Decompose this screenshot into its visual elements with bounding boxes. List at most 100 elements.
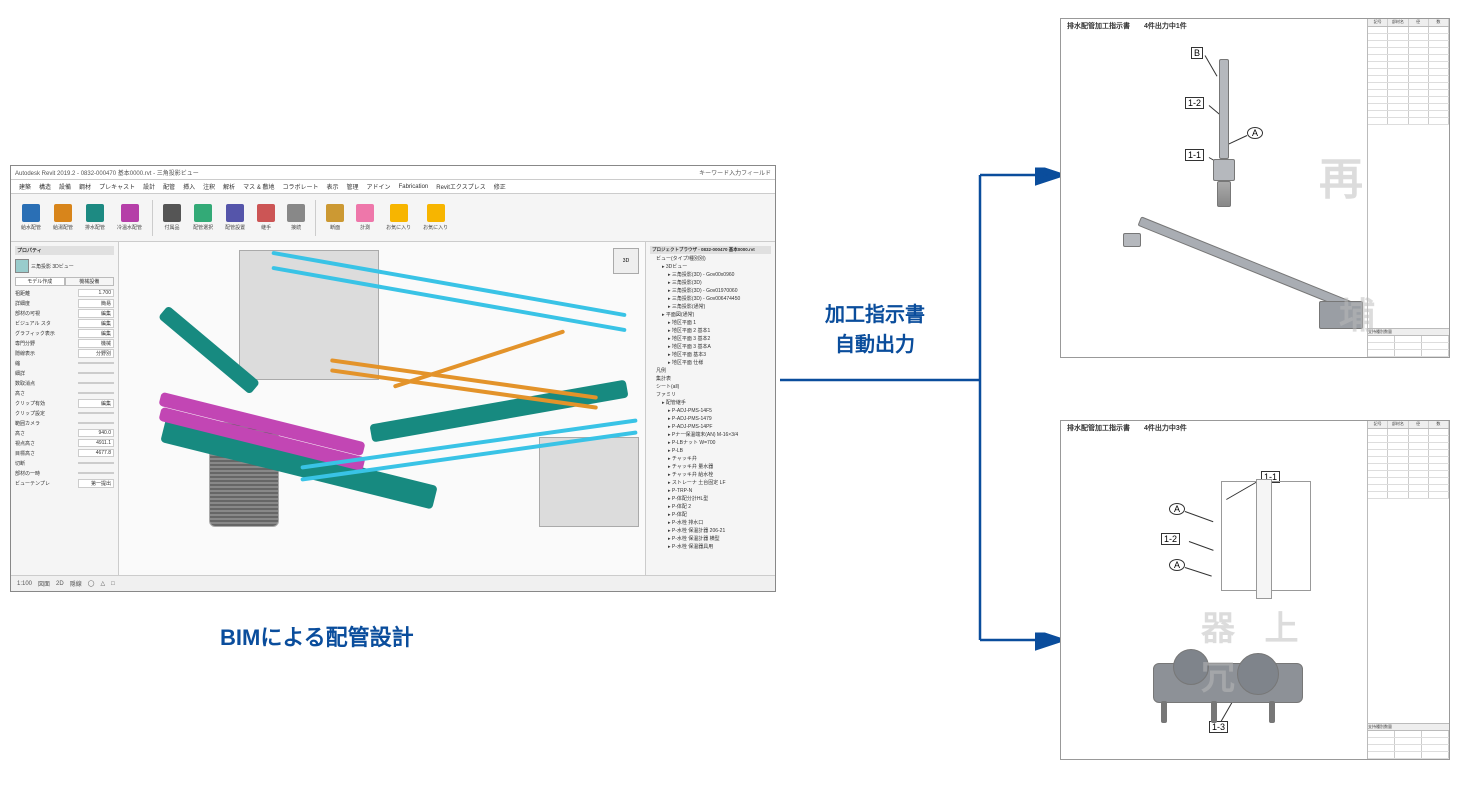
ribbon-button[interactable]: 計測 bbox=[352, 202, 378, 233]
viewcube-icon[interactable]: 3D bbox=[613, 248, 639, 274]
tree-item[interactable]: ▸ 3Dビュー bbox=[650, 263, 771, 271]
tree-item[interactable]: ▸ 地区平面 1 bbox=[650, 319, 771, 327]
tree-item[interactable]: ▸ 平面図(通常) bbox=[650, 311, 771, 319]
ribbon-button[interactable]: 断面 bbox=[322, 202, 348, 233]
tree-item[interactable]: ▸ P-水栓 排水口 bbox=[650, 519, 771, 527]
tree-item[interactable]: 集計表 bbox=[650, 375, 771, 383]
tree-item[interactable]: ▸ P-体配 2 bbox=[650, 503, 771, 511]
props-tab-model[interactable]: モデル作成 bbox=[15, 277, 65, 286]
property-value[interactable]: 940.0 bbox=[78, 429, 114, 437]
tree-item[interactable]: ▸ 地区平面 2 基本1 bbox=[650, 327, 771, 335]
ribbon-button[interactable]: お気に入り bbox=[382, 202, 415, 233]
tree-item[interactable]: ▸ P-体配分計HL型 bbox=[650, 495, 771, 503]
property-value[interactable] bbox=[78, 362, 114, 364]
property-value[interactable]: 編集 bbox=[78, 329, 114, 338]
menu-item[interactable]: 建築 bbox=[19, 182, 31, 191]
property-value[interactable]: 編集 bbox=[78, 309, 114, 318]
ribbon-button[interactable]: 配管選択 bbox=[189, 202, 217, 233]
tree-item[interactable]: ▸ P-水栓 保温器具用 bbox=[650, 543, 771, 551]
menu-item[interactable]: Revitエクスプレス bbox=[436, 182, 486, 191]
menu-item[interactable]: 鋼材 bbox=[79, 182, 91, 191]
props-tab-mech[interactable]: 機械設備 bbox=[65, 277, 115, 286]
tree-item[interactable]: ▸ P-TRP-N bbox=[650, 487, 771, 495]
tree-item[interactable]: ▸ 三角投影(3D) - Gov006474450 bbox=[650, 295, 771, 303]
property-value[interactable] bbox=[78, 392, 114, 394]
property-value[interactable] bbox=[78, 472, 114, 474]
status-item[interactable]: □ bbox=[111, 581, 115, 587]
tree-item[interactable]: ▸ チャッキ弁 量水器 bbox=[650, 463, 771, 471]
menu-item[interactable]: 設計 bbox=[143, 182, 155, 191]
tree-item[interactable]: ▸ P-ADJ-PMS-14F5 bbox=[650, 407, 771, 415]
tree-item[interactable]: ▸ P-LB bbox=[650, 447, 771, 455]
bim-title-search[interactable]: キーワード入力フィールド bbox=[699, 168, 771, 177]
tree-item[interactable]: ▸ チャッキ弁 給水栓 bbox=[650, 471, 771, 479]
tree-item[interactable]: ▸ ストレーナ 土台固定 LF bbox=[650, 479, 771, 487]
property-value[interactable]: 分野別 bbox=[78, 349, 114, 358]
menu-item[interactable]: 配管 bbox=[163, 182, 175, 191]
tree-item[interactable]: ▸ 地区平面 仕様 bbox=[650, 359, 771, 367]
menu-item[interactable]: 設備 bbox=[59, 182, 71, 191]
property-value[interactable]: 編集 bbox=[78, 399, 114, 408]
tree-item[interactable]: ▸ P-水栓 保温計器 横型 bbox=[650, 535, 771, 543]
tree-item[interactable]: ▸ 地区平面 基本3 bbox=[650, 351, 771, 359]
menu-item[interactable]: プレキャスト bbox=[99, 182, 135, 191]
menu-item[interactable]: 注釈 bbox=[203, 182, 215, 191]
menu-item[interactable]: 挿入 bbox=[183, 182, 195, 191]
menu-item[interactable]: 構造 bbox=[39, 182, 51, 191]
property-value[interactable] bbox=[78, 372, 114, 374]
tree-item[interactable]: ▸ 地区平面 3 基本A bbox=[650, 343, 771, 351]
menu-item[interactable]: コラボレート bbox=[283, 182, 319, 191]
property-value[interactable]: 4911.1 bbox=[78, 439, 114, 447]
status-item[interactable]: 隠線 bbox=[70, 579, 82, 588]
tree-item[interactable]: ▸ P-体配 bbox=[650, 511, 771, 519]
tree-item[interactable]: ビュー(タイプ/種別別) bbox=[650, 255, 771, 263]
tree-item[interactable]: ファミリ bbox=[650, 391, 771, 399]
tree-item[interactable]: ▸ 配管継手 bbox=[650, 399, 771, 407]
property-value[interactable] bbox=[78, 462, 114, 464]
tree-item[interactable]: ▸ 三角投影(通常) bbox=[650, 303, 771, 311]
ribbon-button[interactable]: 付属品 bbox=[159, 202, 185, 233]
property-value[interactable]: 1.700 bbox=[78, 289, 114, 297]
status-item[interactable]: 図面 bbox=[38, 579, 50, 588]
status-item[interactable]: 2D bbox=[56, 581, 64, 587]
ribbon-button[interactable]: 配管設置 bbox=[221, 202, 249, 233]
tree-item[interactable]: ▸ Pナー保温端末(AN) M-16×3/4 bbox=[650, 431, 771, 439]
tree-item[interactable]: ▸ P-LBナット W=700 bbox=[650, 439, 771, 447]
property-value[interactable]: 編集 bbox=[78, 319, 114, 328]
property-value[interactable]: 第一提出 bbox=[78, 479, 114, 488]
ribbon-button[interactable]: 給湯配管 bbox=[49, 202, 77, 233]
property-value[interactable]: 4677.8 bbox=[78, 449, 114, 457]
tree-item[interactable]: ▸ P-ADJ-PMS-1479 bbox=[650, 415, 771, 423]
ribbon-button[interactable]: 継手 bbox=[253, 202, 279, 233]
property-value[interactable] bbox=[78, 382, 114, 384]
ribbon-button[interactable]: 給水配管 bbox=[17, 202, 45, 233]
tree-item[interactable]: ▸ 三角投影(3D) bbox=[650, 279, 771, 287]
menu-item[interactable]: 修正 bbox=[494, 182, 506, 191]
bim-3d-viewport[interactable]: 3D bbox=[119, 242, 645, 575]
property-value[interactable]: 簡易 bbox=[78, 299, 114, 308]
ribbon-button[interactable]: 接続 bbox=[283, 202, 309, 233]
tree-item[interactable]: ▸ チャッキ弁 bbox=[650, 455, 771, 463]
menu-item[interactable]: 解析 bbox=[223, 182, 235, 191]
property-value[interactable] bbox=[78, 412, 114, 414]
property-value[interactable] bbox=[78, 422, 114, 424]
menu-item[interactable]: マス & 敷地 bbox=[243, 182, 274, 191]
tree-item[interactable]: ▸ 三角投影(3D) - Gov01970060 bbox=[650, 287, 771, 295]
property-value[interactable]: 機械 bbox=[78, 339, 114, 348]
status-item[interactable]: ◯ bbox=[88, 580, 95, 587]
status-item[interactable]: △ bbox=[100, 580, 105, 587]
menu-item[interactable]: アドイン bbox=[367, 182, 391, 191]
menu-item[interactable]: 表示 bbox=[327, 182, 339, 191]
status-item[interactable]: 1:100 bbox=[17, 581, 32, 587]
tree-item[interactable]: 凡例 bbox=[650, 367, 771, 375]
menu-item[interactable]: 管理 bbox=[347, 182, 359, 191]
ribbon-button[interactable]: 排水配管 bbox=[81, 202, 109, 233]
tree-item[interactable]: ▸ 三角投影(3D) - Gov00x0960 bbox=[650, 271, 771, 279]
tree-item[interactable]: ▸ P-ADJ-PMS-14PF bbox=[650, 423, 771, 431]
ribbon-button[interactable]: お気に入り bbox=[419, 202, 452, 233]
tree-item[interactable]: ▸ P-水栓 保温計器 206-21 bbox=[650, 527, 771, 535]
menu-item[interactable]: Fabrication bbox=[399, 184, 429, 190]
ribbon-button[interactable]: 冷温水配管 bbox=[113, 202, 146, 233]
tree-item[interactable]: シート(all) bbox=[650, 383, 771, 391]
tree-item[interactable]: ▸ 地区平面 3 基本2 bbox=[650, 335, 771, 343]
